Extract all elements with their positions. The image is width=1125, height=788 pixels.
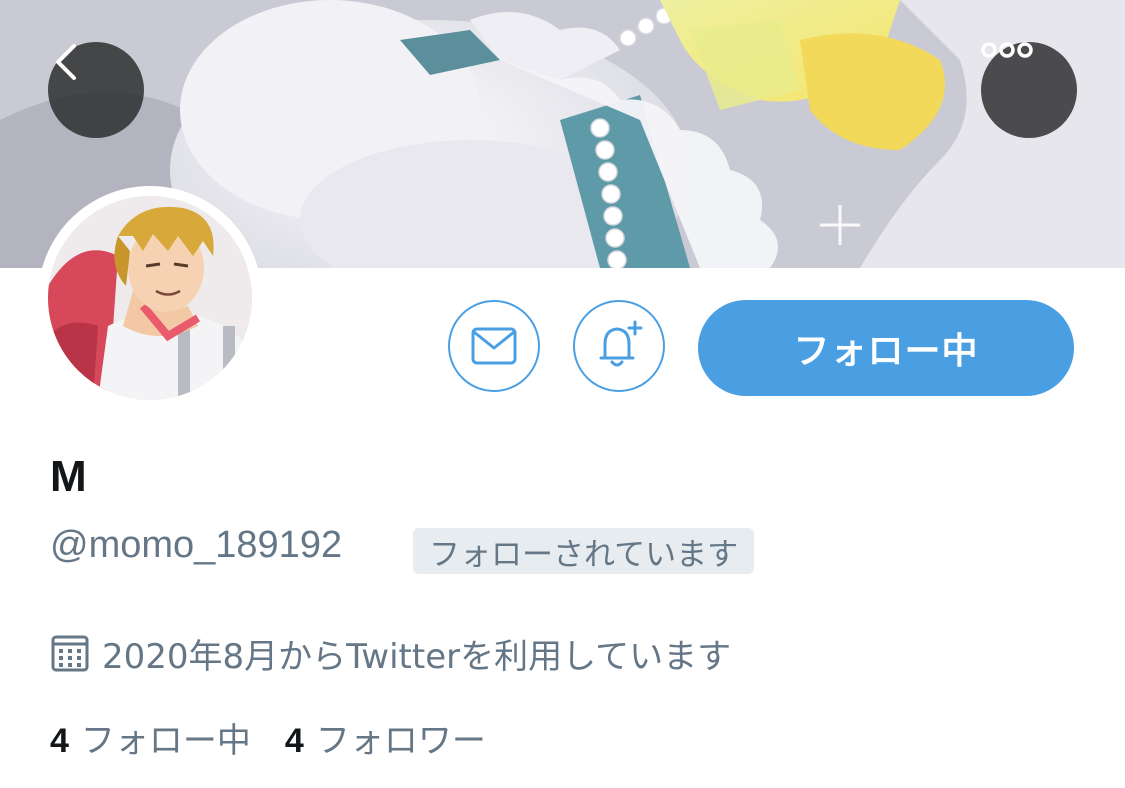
follows-you-badge: フォローされています	[413, 528, 755, 574]
avatar-image	[48, 196, 252, 400]
more-options-button[interactable]	[981, 42, 1077, 138]
mail-icon	[471, 327, 517, 365]
username-handle: @momo_189192	[50, 524, 343, 566]
following-stat[interactable]: 4 フォロー中	[50, 713, 251, 762]
more-horizontal-icon	[981, 42, 1033, 58]
followers-count: 4	[284, 722, 304, 760]
following-count: 4	[50, 722, 69, 760]
join-date: 2020年8月からTwitterを利用しています	[50, 630, 732, 677]
profile-page: フォロー中 M @momo_189192 フォローされています 2020年8月か…	[0, 0, 1125, 788]
display-name: M	[50, 452, 87, 501]
join-date-text: 2020年8月からTwitterを利用しています	[102, 636, 732, 677]
notification-button[interactable]	[573, 300, 665, 392]
followers-label: フォロワー	[315, 721, 486, 761]
following-button[interactable]: フォロー中	[698, 300, 1074, 396]
back-button[interactable]	[48, 42, 144, 138]
calendar-icon	[50, 633, 90, 673]
message-button[interactable]	[448, 300, 540, 392]
follow-stats: 4 フォロー中 4 フォロワー	[50, 713, 520, 762]
followers-stat[interactable]: 4 フォロワー	[285, 713, 486, 762]
avatar[interactable]	[38, 186, 262, 410]
bell-plus-icon	[599, 320, 643, 367]
chevron-left-icon	[56, 44, 76, 80]
following-label: フォロー中	[80, 721, 251, 761]
